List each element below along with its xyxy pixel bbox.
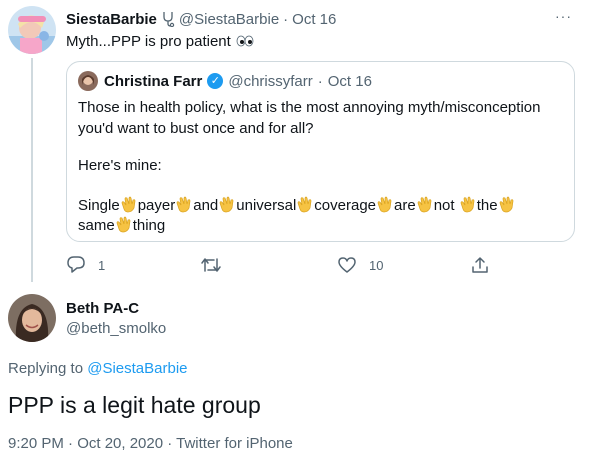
quoted-line-3: Here's mine: <box>78 157 162 174</box>
eyes-emoji-icon <box>235 34 255 47</box>
tweet2-timestamp[interactable]: 9:20 PM · Oct 20, 2020 · Twitter for iPh… <box>8 435 293 452</box>
reply-icon[interactable] <box>66 256 86 274</box>
like-action[interactable]: 10 <box>337 256 383 274</box>
tweet1-text: Myth...PPP is pro patient <box>66 33 255 50</box>
clap-word: coverage <box>314 197 377 214</box>
avatar-siestabarbie[interactable] <box>8 6 56 54</box>
tweet1-header: SiestaBarbie @SiestaBarbie · Oct 16 <box>66 9 336 29</box>
quoted-display-name: Christina Farr <box>104 72 203 90</box>
clap-word: universal <box>236 197 297 214</box>
tweet2-display-name[interactable]: Beth PA-C <box>66 300 139 317</box>
quoted-line-2: you'd want to bust once and for all? <box>78 120 314 137</box>
avatar-christinafarr <box>78 71 98 91</box>
tweet-text: Myth...PPP is pro patient <box>66 33 231 50</box>
separator: · <box>283 10 289 28</box>
handle[interactable]: @SiestaBarbie <box>179 11 279 28</box>
clapping-hands-icon <box>376 195 394 213</box>
reply-count: 1 <box>98 257 106 273</box>
clap-word: are <box>394 197 416 214</box>
tweet2-text: PPP is a legit hate group <box>8 392 261 418</box>
replying-to: Replying to @SiestaBarbie <box>8 360 188 377</box>
quoted-line-1: Those in health policy, what is the most… <box>78 99 541 116</box>
tweet-date[interactable]: Oct 16 <box>292 11 336 28</box>
reply-action[interactable]: 1 <box>66 256 105 274</box>
thread-line <box>31 58 33 282</box>
retweet-icon[interactable] <box>200 256 222 274</box>
clap-word: not <box>433 197 455 214</box>
clapping-hands-icon <box>120 195 138 213</box>
clap-word: the <box>476 197 498 214</box>
display-name[interactable]: SiestaBarbie <box>66 11 157 28</box>
clapping-hands-icon <box>175 195 193 213</box>
clapping-hands-icon <box>498 195 516 213</box>
quoted-handle: @chrissyfarr <box>228 72 313 90</box>
replying-handle-link[interactable]: @SiestaBarbie <box>87 360 187 377</box>
clap-word: payer <box>137 197 176 214</box>
clap-word: Single <box>78 197 120 214</box>
retweet-action[interactable] <box>200 256 234 274</box>
tweet2-handle[interactable]: @beth_smolko <box>66 320 166 337</box>
clap-word: and <box>193 197 219 214</box>
clapping-hands-icon <box>115 215 133 233</box>
quoted-header: Christina Farr ✓ @chrissyfarr · Oct 16 <box>104 71 372 91</box>
stethoscope-icon <box>161 11 175 28</box>
quoted-clap-row-1: Single payer and universal coverage are not th… <box>78 195 516 214</box>
verified-badge-icon: ✓ <box>207 73 224 89</box>
quoted-clap-row-2: same thing <box>78 215 165 234</box>
clap-word: thing <box>132 217 166 234</box>
quoted-date: Oct 16 <box>327 72 372 90</box>
avatar-beth[interactable] <box>8 294 56 342</box>
heart-icon[interactable] <box>337 256 357 274</box>
share-icon[interactable] <box>470 256 490 274</box>
clapping-hands-icon <box>218 195 236 213</box>
like-count: 10 <box>369 257 384 273</box>
clap-word: same <box>78 217 115 234</box>
clapping-hands-icon <box>416 195 434 213</box>
replying-prefix: Replying to <box>8 360 84 377</box>
clapping-hands-icon <box>459 195 477 213</box>
more-options-icon[interactable]: ··· <box>555 8 572 24</box>
share-action[interactable] <box>470 256 490 274</box>
clapping-hands-icon <box>296 195 314 213</box>
quoted-separator: · <box>317 72 323 90</box>
